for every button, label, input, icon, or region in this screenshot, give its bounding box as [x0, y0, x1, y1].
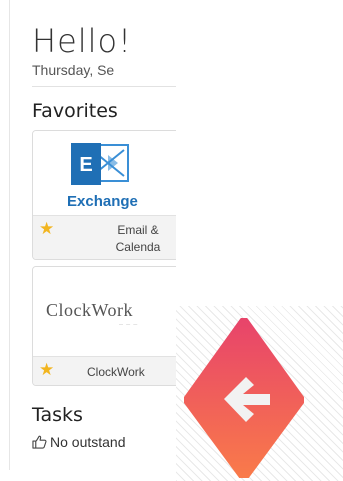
favorite-tile-clockwork[interactable]: ClockWork — — — ★ ClockWork: [32, 266, 176, 386]
date-label: Thursday, Se: [32, 62, 115, 78]
clockwork-logo-text: ClockWork: [46, 300, 134, 320]
exchange-logo-icon: E: [71, 143, 129, 185]
tasks-status-text: No outstand: [50, 434, 126, 450]
tile-caption: ClockWork: [87, 365, 145, 379]
greeting-heading: Hello!: [32, 22, 132, 60]
exchange-logo: E Exchange: [33, 131, 176, 215]
tasks-title: Tasks: [32, 404, 83, 426]
back-button[interactable]: [184, 318, 304, 478]
tile-footer: ★ ClockWork: [33, 356, 176, 385]
star-icon[interactable]: ★: [39, 220, 54, 237]
portal-page: Hello! Thursday, Se Favorites E Exchange…: [0, 0, 343, 481]
tile-footer: ★ Email & Calenda: [33, 215, 176, 259]
header-divider: [32, 86, 176, 87]
favorite-tile-exchange[interactable]: E Exchange ★ Email & Calenda: [32, 130, 176, 260]
thumbs-up-icon: [32, 435, 47, 449]
tile-caption: Email & Calenda: [73, 222, 176, 256]
tile-caption-line: Email &: [117, 223, 159, 237]
tasks-status: No outstand: [32, 434, 126, 450]
star-icon[interactable]: ★: [39, 361, 54, 378]
tile-caption-line: Calenda: [115, 240, 161, 254]
svg-text:E: E: [79, 154, 92, 176]
clockwork-logo-subline: — — —: [119, 321, 139, 326]
clockwork-logo: ClockWork — — —: [33, 267, 176, 355]
favorites-title: Favorites: [32, 100, 118, 122]
main-content: Hello! Thursday, Se Favorites E Exchange…: [22, 0, 176, 481]
exchange-logo-text: Exchange: [67, 193, 138, 210]
left-rule: [9, 0, 10, 470]
